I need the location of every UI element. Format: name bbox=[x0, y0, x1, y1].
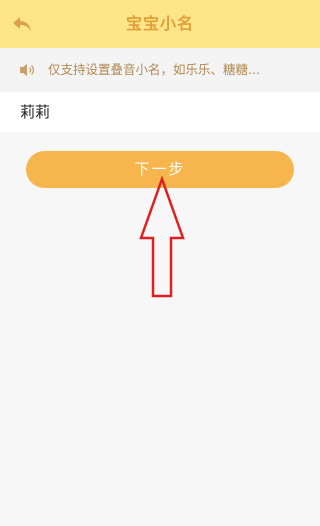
notice-bar: 仅支持设置叠音小名，如乐乐、糖糖... bbox=[0, 48, 320, 93]
name-value: 莉莉 bbox=[20, 103, 51, 121]
annotation-up-arrow bbox=[139, 176, 185, 298]
name-input[interactable]: 莉莉 bbox=[0, 92, 320, 132]
speaker-icon bbox=[20, 64, 35, 76]
page-title: 宝宝小名 bbox=[125, 14, 194, 33]
header-bar: 宝宝小名 bbox=[0, 0, 320, 48]
notice-text: 仅支持设置叠音小名，如乐乐、糖糖... bbox=[48, 62, 260, 77]
